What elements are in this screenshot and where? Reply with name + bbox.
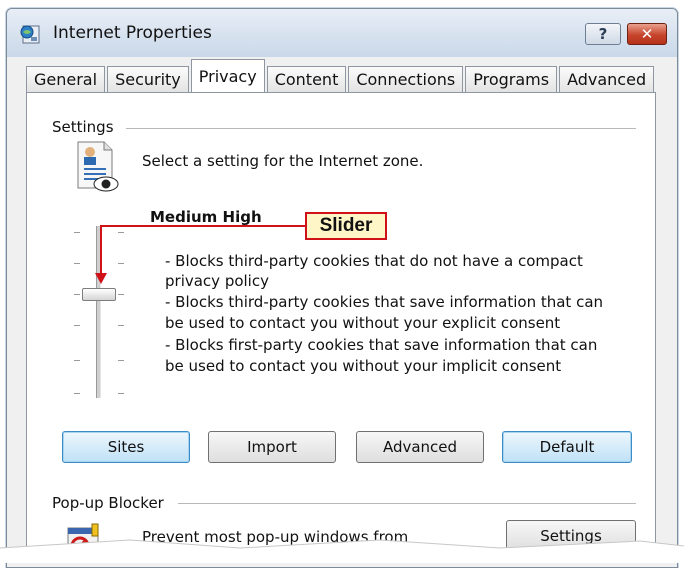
- popup-blocker-group-label: Pop-up Blocker: [52, 494, 170, 512]
- slider-tick: [74, 263, 80, 264]
- settings-group-label: Settings: [52, 118, 120, 136]
- default-button[interactable]: Default: [502, 431, 632, 463]
- tab-programs[interactable]: Programs: [465, 66, 558, 92]
- advanced-button[interactable]: Advanced: [356, 431, 484, 463]
- tab-security[interactable]: Security: [107, 66, 189, 92]
- slider-callout-label: Slider: [305, 212, 387, 240]
- slider-tick: [118, 393, 124, 394]
- tab-strip: General Security Privacy Content Connect…: [26, 58, 656, 93]
- slider-tick: [74, 325, 80, 326]
- tab-general[interactable]: General: [26, 66, 106, 92]
- callout-leader-line: [100, 225, 102, 275]
- popup-blocker-divider: [178, 503, 636, 504]
- title-bar[interactable]: Internet Properties ? ✕: [7, 9, 677, 57]
- privacy-description-line: - Blocks first-party cookies that save i…: [165, 336, 598, 354]
- settings-divider: [126, 128, 636, 129]
- slider-thumb[interactable]: [82, 288, 116, 301]
- tab-privacy[interactable]: Privacy: [190, 59, 265, 93]
- slider-tick: [74, 294, 80, 295]
- privacy-level-label: Medium High: [150, 208, 262, 226]
- close-button[interactable]: ✕: [627, 23, 667, 45]
- popup-blocker-icon: [67, 523, 99, 556]
- callout-leader-line: [100, 225, 306, 227]
- slider-tick: [118, 263, 124, 264]
- slider-tick: [74, 393, 80, 394]
- sites-button[interactable]: Sites: [62, 431, 190, 463]
- privacy-description-line: be used to contact you without your expl…: [165, 314, 561, 332]
- slider-tick: [118, 325, 124, 326]
- popup-blocker-text: Prevent most pop-up windows from: [142, 528, 409, 546]
- import-button[interactable]: Import: [208, 431, 336, 463]
- slider-tick: [118, 360, 124, 361]
- privacy-description-line: be used to contact you without your impl…: [165, 357, 562, 375]
- tab-connections[interactable]: Connections: [348, 66, 464, 92]
- settings-intro-text: Select a setting for the Internet zone.: [142, 152, 424, 170]
- privacy-description-line: privacy policy: [165, 272, 269, 290]
- callout-arrow-icon: [95, 273, 107, 284]
- popup-settings-button[interactable]: Settings: [506, 520, 636, 552]
- privacy-description-line: - Blocks third-party cookies that do not…: [165, 252, 583, 270]
- privacy-document-icon: [77, 141, 119, 192]
- close-icon: ✕: [640, 25, 654, 43]
- window-title: Internet Properties: [53, 23, 212, 43]
- slider-tick: [118, 294, 124, 295]
- help-button[interactable]: ?: [585, 23, 621, 45]
- internet-properties-icon: [20, 25, 40, 44]
- tab-content[interactable]: Content: [266, 66, 347, 92]
- slider-tick: [74, 360, 80, 361]
- slider-tick: [74, 232, 80, 233]
- tab-advanced[interactable]: Advanced: [559, 66, 655, 92]
- privacy-description-line: - Blocks third-party cookies that save i…: [165, 293, 604, 311]
- slider-tick: [118, 232, 124, 233]
